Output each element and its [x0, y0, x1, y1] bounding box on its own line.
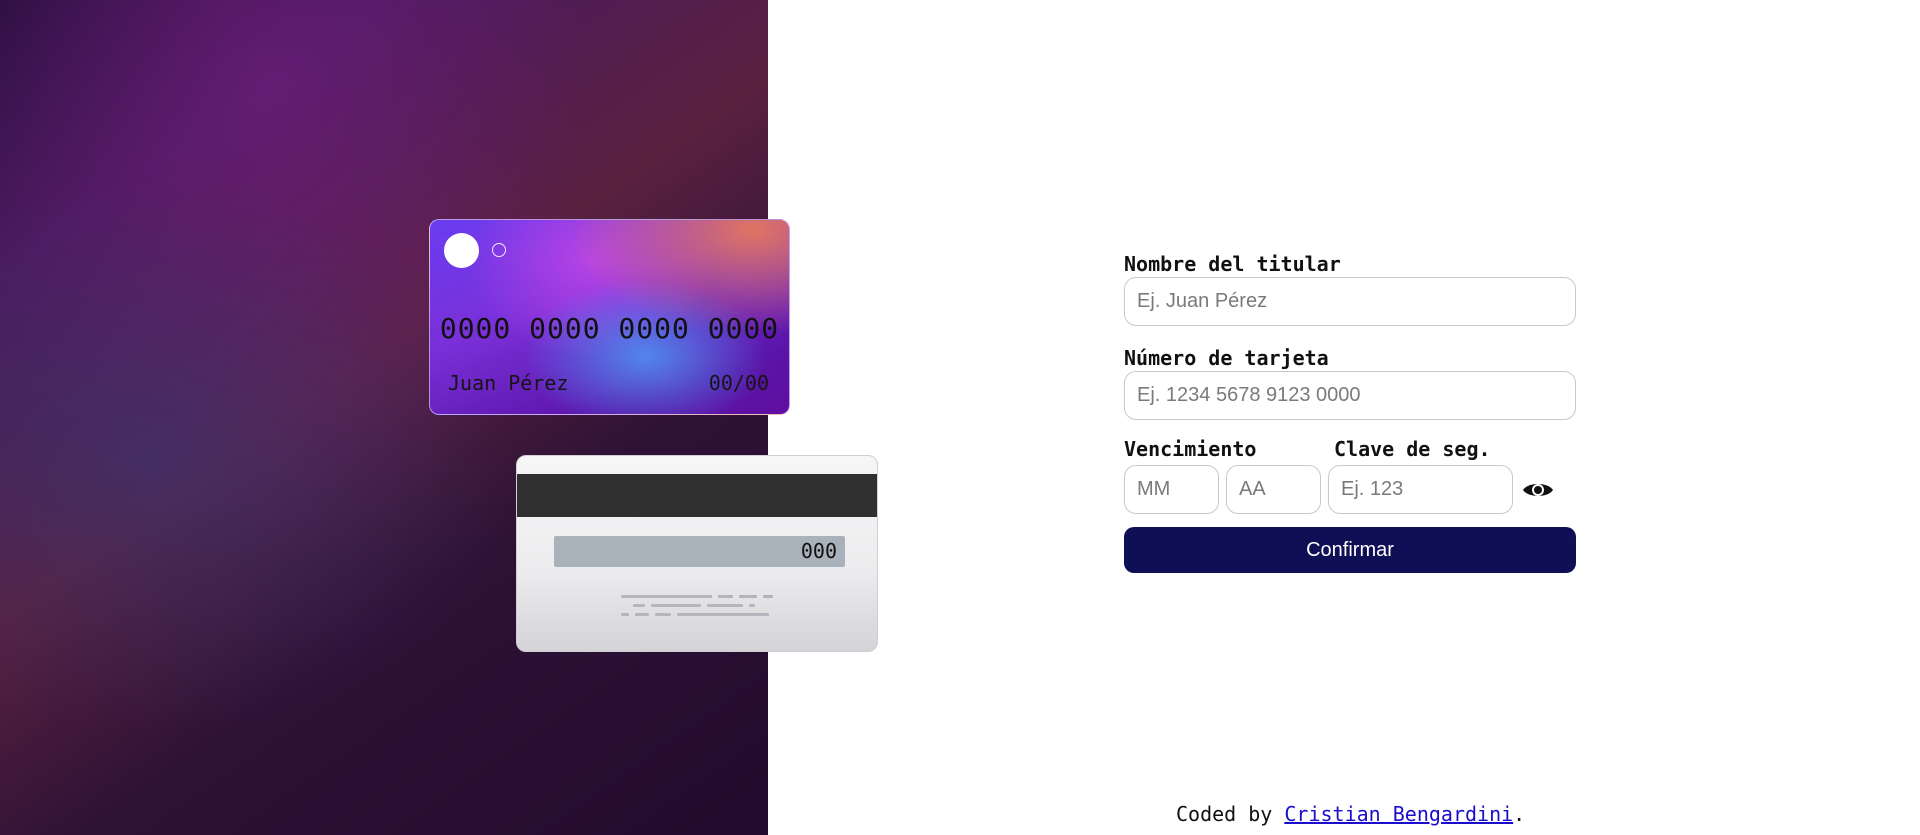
holder-name-label: Nombre del titular [1124, 252, 1341, 276]
card-form: Nombre del titular Número de tarjeta Ven… [1124, 251, 1576, 573]
footer-suffix: . [1513, 802, 1526, 826]
confirm-button[interactable]: Confirmar [1124, 527, 1576, 573]
card-expiry-display: 00/00 [708, 371, 769, 395]
footer-credit: Coded by Cristian Bengardini. [1176, 802, 1525, 826]
card-cvv-display: 000 [554, 536, 845, 567]
card-holder-display: Juan Pérez [448, 371, 569, 395]
cvv-label: Clave de seg. [1334, 437, 1491, 461]
card-number-label: Número de tarjeta [1124, 346, 1329, 370]
decorative-background-panel [0, 0, 768, 835]
card-number-display: 0000 0000 0000 0000 [439, 312, 780, 345]
card-back-preview: 000 [516, 455, 878, 652]
expiry-label: Vencimiento [1124, 437, 1257, 461]
eye-icon[interactable] [1521, 478, 1555, 502]
card-logo-circle-large [444, 233, 479, 268]
magnetic-stripe [517, 474, 877, 517]
expiry-year-input[interactable] [1226, 465, 1321, 514]
cvv-input[interactable] [1328, 465, 1513, 514]
card-front-preview: 0000 0000 0000 0000 Juan Pérez 00/00 [429, 219, 790, 415]
expiry-month-input[interactable] [1124, 465, 1219, 514]
card-back-fineprint-lines [621, 595, 773, 622]
card-number-input[interactable] [1124, 371, 1576, 420]
card-logo-circle-small [492, 243, 506, 257]
holder-name-input[interactable] [1124, 277, 1576, 326]
author-link[interactable]: Cristian Bengardini [1284, 802, 1513, 826]
footer-prefix: Coded by [1176, 802, 1285, 826]
